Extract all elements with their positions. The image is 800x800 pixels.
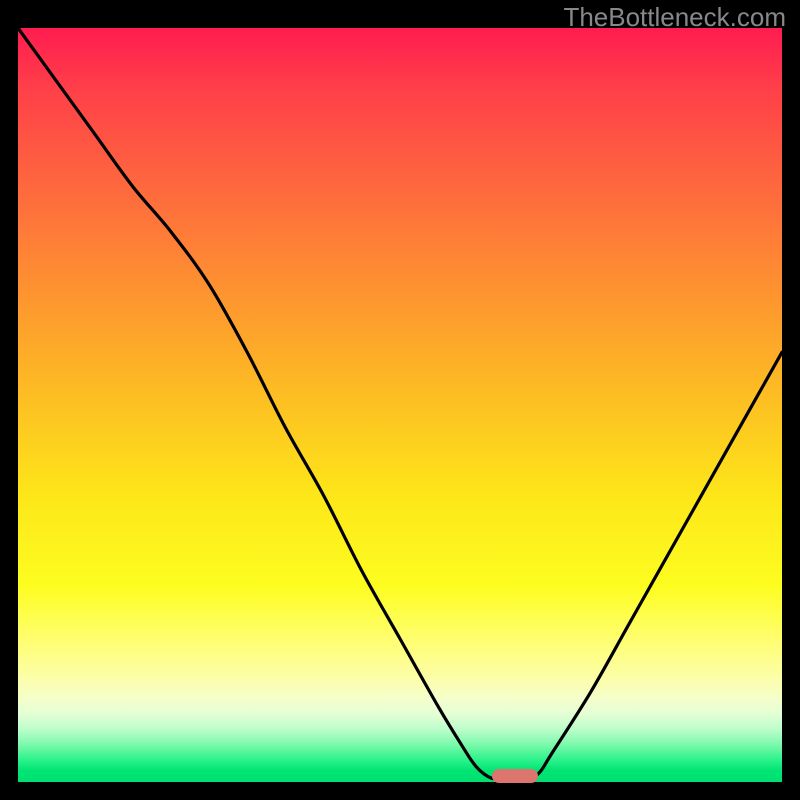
chart-frame: TheBottleneck.com bbox=[0, 0, 800, 800]
optimal-range-marker bbox=[492, 769, 538, 783]
plot-area bbox=[18, 28, 782, 782]
bottleneck-curve bbox=[18, 28, 782, 782]
